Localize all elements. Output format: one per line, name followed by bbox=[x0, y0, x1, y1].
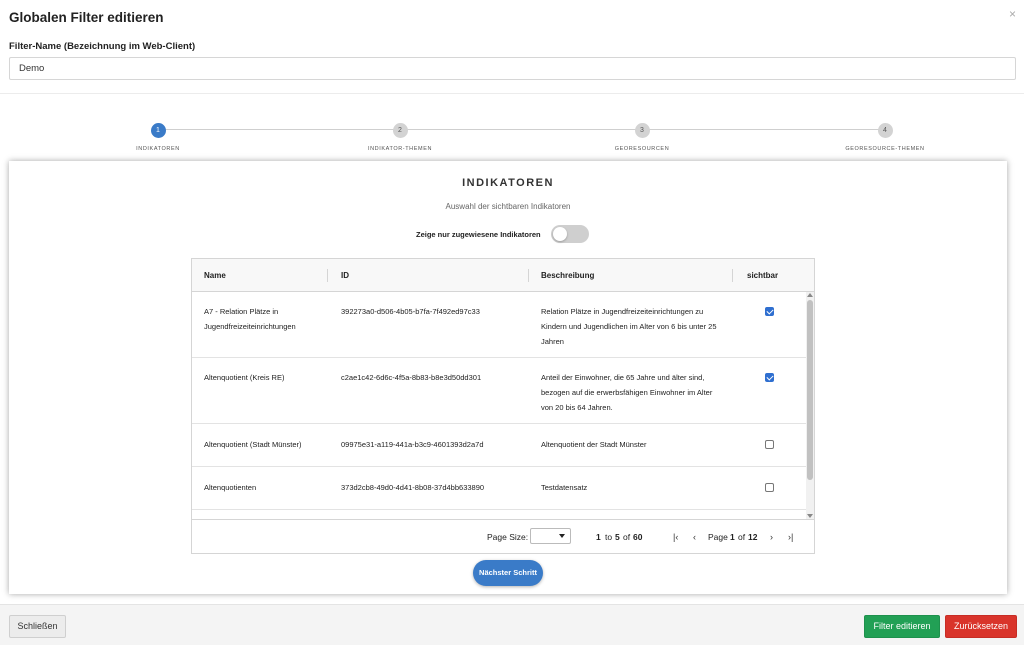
column-separator[interactable] bbox=[528, 269, 529, 282]
column-header-sichtbar[interactable]: sichtbar bbox=[747, 259, 778, 292]
range-end: 5 bbox=[615, 532, 620, 542]
first-page-icon[interactable]: |‹ bbox=[673, 520, 678, 553]
table-body: A7 - Relation Plätze in Jugendfreizeitei… bbox=[192, 292, 806, 519]
cell-name: Altenquotient (Stadt Münster) bbox=[204, 440, 302, 449]
visible-checkbox[interactable] bbox=[765, 307, 774, 316]
step-label: INDIKATOREN bbox=[136, 146, 180, 152]
cell-description: Altenquotient der Stadt Münster bbox=[541, 440, 647, 449]
table-row[interactable]: Altenquotient (Stadt Münster) 09975e31-a… bbox=[192, 424, 806, 467]
table-row[interactable]: Altenquotienten 373d2cb8-49d0-4d41-8b08-… bbox=[192, 467, 806, 510]
divider bbox=[0, 93, 1024, 94]
total-count: 60 bbox=[633, 532, 643, 542]
indicator-table: Name ID Beschreibung sichtbar A7 - Relat… bbox=[191, 258, 815, 554]
cell-id: 373d2cb8-49d0-4d41-8b08-37d4bb633890 bbox=[341, 483, 485, 492]
step-number: 3 bbox=[634, 123, 650, 138]
total-pages: 12 bbox=[748, 532, 758, 542]
filter-name-input[interactable] bbox=[9, 57, 1016, 80]
step-label: GEORESOURCEN bbox=[614, 146, 670, 152]
scrollbar-thumb[interactable] bbox=[807, 300, 813, 480]
toggle-knob bbox=[553, 227, 567, 241]
stepper-line bbox=[158, 129, 885, 130]
next-step-button[interactable]: Nächster Schritt bbox=[473, 560, 543, 586]
section-title: INDIKATOREN bbox=[462, 177, 554, 189]
reset-button[interactable]: Zurücksetzen bbox=[945, 615, 1017, 638]
cell-name: A7 - Relation Plätze in Jugendfreizeitei… bbox=[204, 307, 296, 331]
visible-checkbox[interactable] bbox=[765, 373, 774, 382]
column-header-name[interactable]: Name bbox=[204, 259, 226, 292]
modal-title: Globalen Filter editieren bbox=[9, 10, 164, 25]
cell-description: Relation Plätze in Jugendfreizeiteinrich… bbox=[541, 307, 717, 346]
visible-checkbox[interactable] bbox=[765, 440, 774, 449]
cell-description: Testdatensatz bbox=[541, 483, 588, 492]
section-subtitle: Auswahl der sichtbaren Indikatoren bbox=[445, 202, 571, 211]
range-start: 1 bbox=[596, 532, 601, 542]
step-georesourcen[interactable]: 3 GEORESOURCEN bbox=[572, 123, 712, 152]
cell-name: Altenquotienten bbox=[204, 483, 257, 492]
step-number: 4 bbox=[877, 123, 893, 138]
table-row[interactable]: Altenquotient (Kreis RE) c2ae1c42-6d6c-4… bbox=[192, 358, 806, 424]
table-header: Name ID Beschreibung sichtbar bbox=[192, 259, 814, 292]
step-label: GEORESOURCE-THEMEN bbox=[845, 146, 925, 152]
scroll-down-icon[interactable] bbox=[807, 514, 813, 518]
step-label: INDIKATOR-THEMEN bbox=[367, 146, 433, 152]
page-label: Page bbox=[708, 532, 728, 542]
column-separator[interactable] bbox=[732, 269, 733, 282]
table-scrollbar[interactable] bbox=[806, 292, 814, 519]
toggle-label: Zeige nur zugewiesene Indikatoren bbox=[416, 230, 541, 239]
cell-id: 09975e31-a119-441a-b3c9-4601393d2a7d bbox=[341, 440, 484, 449]
edit-filter-button[interactable]: Filter editieren bbox=[864, 615, 940, 638]
table-row[interactable]: A7 - Relation Plätze in Jugendfreizeitei… bbox=[192, 292, 806, 358]
pagination-bar: Page Size: 1 to 5 of 60 |‹ ‹ Page 1 of 1… bbox=[192, 519, 814, 553]
step-number: 2 bbox=[392, 123, 408, 138]
assigned-only-toggle[interactable] bbox=[551, 225, 589, 243]
step-indikator-themen[interactable]: 2 INDIKATOR-THEMEN bbox=[330, 123, 470, 152]
indikatoren-card: INDIKATOREN Auswahl der sichtbaren Indik… bbox=[9, 161, 1007, 594]
last-page-icon[interactable]: ›| bbox=[788, 520, 793, 553]
step-georesource-themen[interactable]: 4 GEORESOURCE-THEMEN bbox=[815, 123, 955, 152]
filter-name-label: Filter-Name (Bezeichnung im Web-Client) bbox=[9, 41, 196, 52]
step-indikatoren[interactable]: 1 INDIKATOREN bbox=[88, 123, 228, 152]
page-size-label: Page Size: bbox=[487, 532, 529, 542]
prev-page-icon[interactable]: ‹ bbox=[693, 520, 696, 553]
close-button[interactable]: Schließen bbox=[9, 615, 66, 638]
page-of: of bbox=[738, 532, 746, 542]
cell-id: 392273a0-d506-4b05-b7fa-7f492ed97c33 bbox=[341, 307, 480, 316]
modal-footer: Schließen Filter editieren Zurücksetzen bbox=[0, 604, 1024, 645]
visible-checkbox[interactable] bbox=[765, 483, 774, 492]
current-page: 1 bbox=[730, 532, 735, 542]
step-number: 1 bbox=[150, 123, 166, 138]
next-page-icon[interactable]: › bbox=[770, 520, 773, 553]
close-icon[interactable]: × bbox=[1009, 7, 1016, 21]
cell-name: Altenquotient (Kreis RE) bbox=[204, 373, 285, 382]
cell-id: c2ae1c42-6d6c-4f5a-8b83-b8e3d50dd301 bbox=[341, 373, 482, 382]
column-header-id[interactable]: ID bbox=[341, 259, 349, 292]
modal-header: Globalen Filter editieren × bbox=[0, 0, 1024, 36]
range-of: of bbox=[623, 532, 631, 542]
column-header-beschreibung[interactable]: Beschreibung bbox=[541, 259, 594, 292]
column-separator[interactable] bbox=[327, 269, 328, 282]
scroll-up-icon[interactable] bbox=[807, 293, 813, 297]
page-size-select[interactable] bbox=[530, 528, 571, 544]
cell-description: Anteil der Einwohner, die 65 Jahre und ä… bbox=[541, 373, 713, 412]
range-to: to bbox=[605, 532, 613, 542]
